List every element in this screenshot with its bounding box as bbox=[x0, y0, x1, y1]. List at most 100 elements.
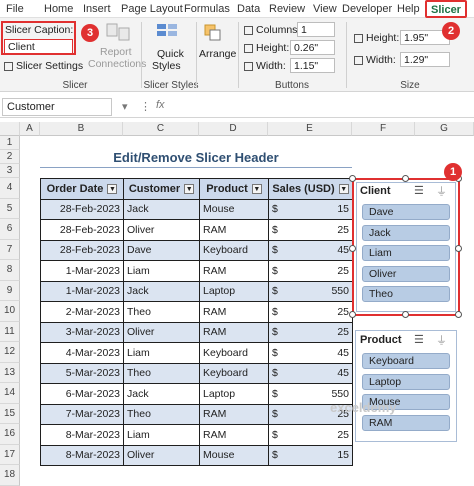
cell-order-date[interactable]: 7-Mar-2023 bbox=[40, 403, 124, 425]
cell-customer[interactable]: Oliver bbox=[123, 321, 200, 343]
cell-customer[interactable]: Jack bbox=[123, 198, 200, 220]
slicer-item[interactable]: Oliver bbox=[362, 265, 450, 282]
cell-order-date[interactable]: 1-Mar-2023 bbox=[40, 260, 124, 282]
slicer-item[interactable]: RAM bbox=[362, 414, 450, 431]
tab-file[interactable]: File bbox=[6, 3, 24, 15]
row-header[interactable]: 10 bbox=[0, 301, 20, 322]
resize-handle[interactable] bbox=[402, 311, 409, 318]
row-header[interactable]: 6 bbox=[0, 219, 20, 240]
cell-sales[interactable]: 15 bbox=[282, 444, 353, 466]
cell-customer[interactable]: Theo bbox=[123, 403, 200, 425]
cell-sales[interactable]: 25 bbox=[282, 321, 353, 343]
quick-styles-label2[interactable]: Styles bbox=[152, 60, 181, 72]
clear-filter-icon[interactable]: ⏚ bbox=[436, 183, 447, 199]
row-header[interactable]: 8 bbox=[0, 260, 20, 281]
slicer-item[interactable]: Liam bbox=[362, 245, 450, 261]
cell-sales[interactable]: 45 bbox=[282, 239, 353, 261]
cell-sales[interactable]: 25 bbox=[282, 260, 353, 282]
cell-order-date[interactable]: 28-Feb-2023 bbox=[40, 239, 124, 261]
cell-currency[interactable]: $ bbox=[268, 260, 283, 282]
multi-select-icon[interactable]: ☰ bbox=[414, 184, 424, 197]
cell-product[interactable]: RAM bbox=[199, 219, 269, 241]
col-header[interactable]: G bbox=[415, 122, 474, 136]
report-connections-label2[interactable]: Connections bbox=[88, 58, 146, 70]
tab-developer[interactable]: Developer bbox=[342, 3, 392, 15]
columns-input[interactable]: 1 bbox=[297, 22, 335, 37]
cell-sales[interactable]: 45 bbox=[282, 342, 353, 364]
slicer-caption-input[interactable]: Client bbox=[4, 39, 73, 54]
cell-product[interactable]: Laptop bbox=[199, 280, 269, 302]
resize-handle[interactable] bbox=[349, 311, 356, 318]
cell-currency[interactable]: $ bbox=[268, 321, 283, 343]
cell-customer[interactable]: Dave bbox=[123, 239, 200, 261]
filter-dropdown-icon[interactable]: ▼ bbox=[338, 183, 349, 194]
row-header[interactable]: 7 bbox=[0, 239, 20, 260]
cell-product[interactable]: Keyboard bbox=[199, 362, 269, 384]
cell-sales[interactable]: 25 bbox=[282, 424, 353, 446]
cell-customer[interactable]: Jack bbox=[123, 383, 200, 405]
cell-customer[interactable]: Oliver bbox=[123, 219, 200, 241]
name-box[interactable]: Customer bbox=[2, 98, 112, 116]
cell-order-date[interactable]: 28-Feb-2023 bbox=[40, 198, 124, 220]
tab-view[interactable]: View bbox=[313, 3, 337, 15]
cell-sales[interactable]: 25 bbox=[282, 301, 353, 323]
resize-handle[interactable] bbox=[455, 311, 462, 318]
cell-product[interactable]: Mouse bbox=[199, 198, 269, 220]
cell-currency[interactable]: $ bbox=[268, 301, 283, 323]
cell-order-date[interactable]: 28-Feb-2023 bbox=[40, 219, 124, 241]
cell-order-date[interactable]: 1-Mar-2023 bbox=[40, 280, 124, 302]
cell-sales[interactable]: 25 bbox=[282, 219, 353, 241]
row-header[interactable]: 1 bbox=[0, 136, 20, 150]
cell-order-date[interactable]: 5-Mar-2023 bbox=[40, 362, 124, 384]
formula-options-icon[interactable]: ⋮ bbox=[140, 100, 151, 113]
cell-product[interactable]: RAM bbox=[199, 403, 269, 425]
slicer-settings-button[interactable]: Slicer Settings bbox=[4, 60, 83, 72]
row-header[interactable]: 3 bbox=[0, 164, 20, 178]
resize-handle[interactable] bbox=[402, 175, 409, 182]
button-height-input[interactable]: 0.26" bbox=[290, 40, 335, 55]
cell-customer[interactable]: Theo bbox=[123, 362, 200, 384]
row-header[interactable]: 13 bbox=[0, 362, 20, 383]
cell-customer[interactable]: Oliver bbox=[123, 444, 200, 466]
tab-formulas[interactable]: Formulas bbox=[184, 3, 230, 15]
multi-select-icon[interactable]: ☰ bbox=[414, 333, 424, 346]
slicer-item[interactable]: Dave bbox=[362, 204, 450, 220]
cell-product[interactable]: Laptop bbox=[199, 383, 269, 405]
col-header[interactable]: A bbox=[20, 122, 40, 136]
cell-customer[interactable]: Liam bbox=[123, 260, 200, 282]
select-all-corner[interactable] bbox=[0, 122, 20, 136]
cell-sales[interactable]: 15 bbox=[282, 198, 353, 220]
row-header[interactable]: 4 bbox=[0, 178, 20, 199]
col-header[interactable]: C bbox=[123, 122, 199, 136]
cell-currency[interactable]: $ bbox=[268, 219, 283, 241]
row-header[interactable]: 11 bbox=[0, 321, 20, 342]
cell-order-date[interactable]: 8-Mar-2023 bbox=[40, 444, 124, 466]
tab-review[interactable]: Review bbox=[269, 3, 305, 15]
slicer-item[interactable]: Jack bbox=[362, 224, 450, 241]
cell-currency[interactable]: $ bbox=[268, 403, 283, 425]
row-header[interactable]: 17 bbox=[0, 444, 20, 465]
report-connections-label1[interactable]: Report bbox=[100, 46, 132, 58]
row-header[interactable]: 15 bbox=[0, 403, 20, 424]
cell-order-date[interactable]: 3-Mar-2023 bbox=[40, 321, 124, 343]
cell-customer[interactable]: Theo bbox=[123, 301, 200, 323]
cell-product[interactable]: RAM bbox=[199, 301, 269, 323]
cell-product[interactable]: Keyboard bbox=[199, 239, 269, 261]
slicer-item[interactable]: Keyboard bbox=[362, 353, 450, 369]
namebox-dropdown-icon[interactable]: ▾ bbox=[122, 100, 128, 113]
resize-handle[interactable] bbox=[455, 245, 462, 252]
cell-customer[interactable]: Liam bbox=[123, 342, 200, 364]
cell-currency[interactable]: $ bbox=[268, 383, 283, 405]
tab-home[interactable]: Home bbox=[44, 3, 73, 15]
cell-order-date[interactable]: 4-Mar-2023 bbox=[40, 342, 124, 364]
row-header[interactable]: 14 bbox=[0, 383, 20, 404]
cell-currency[interactable]: $ bbox=[268, 362, 283, 384]
cell-sales[interactable]: 45 bbox=[282, 362, 353, 384]
resize-handle[interactable] bbox=[349, 175, 356, 182]
col-header[interactable]: D bbox=[199, 122, 268, 136]
row-header[interactable]: 12 bbox=[0, 342, 20, 363]
filter-dropdown-icon[interactable]: ▼ bbox=[184, 183, 195, 194]
col-header[interactable]: B bbox=[40, 122, 123, 136]
size-width-input[interactable]: 1.29" bbox=[400, 52, 450, 67]
filter-dropdown-icon[interactable]: ▼ bbox=[107, 183, 118, 194]
